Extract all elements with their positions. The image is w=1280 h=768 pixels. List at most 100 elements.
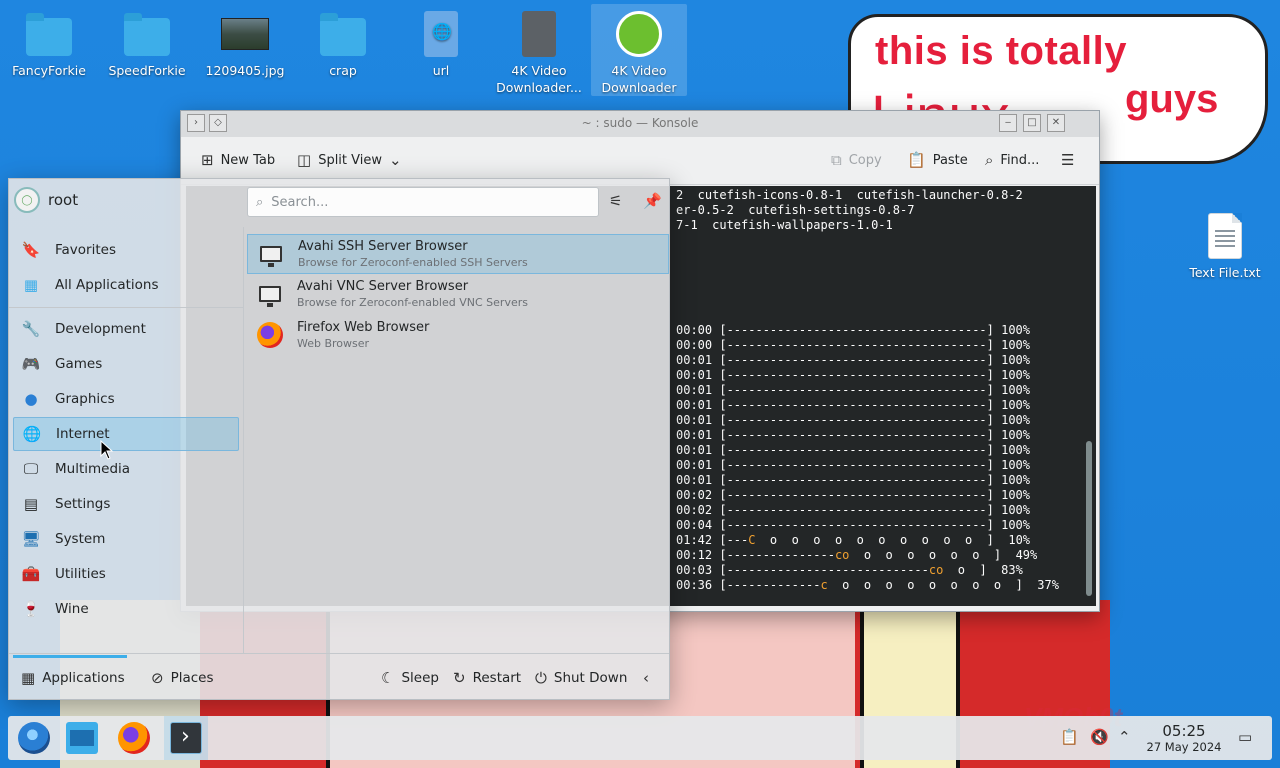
paste-label: Paste [932,152,968,168]
tab-places[interactable]: ⊘ Places [151,669,214,687]
restart-button[interactable]: ↻ Restart [453,669,521,687]
category-favorites[interactable]: 🔖 Favorites [13,233,239,267]
konsole-task-icon[interactable] [170,722,202,754]
grid-icon: ▦ [23,276,39,294]
terminal-line: 00:01 [---------------------------------… [676,398,1031,412]
app-avahi-ssh[interactable]: Avahi SSH Server Browser Browse for Zero… [247,234,669,274]
file-manager-icon[interactable] [66,722,98,754]
split-view-icon: ◫ [297,151,312,169]
desktop-icon-label: 4K Video Downloader [601,63,677,95]
folder-icon [319,10,367,58]
terminal-line: er-0.5-2 cutefish-settings-0.8-7 [676,203,915,217]
pin-icon[interactable]: 📌 [643,192,662,210]
desktop-icon-crap[interactable]: crap [295,10,391,79]
category-all-applications[interactable]: ▦ All Applications [13,268,239,302]
terminal-line: 00:02 [---------------------------------… [676,503,1031,517]
progress-tail: o o o o o o ] 49% [849,548,1038,562]
sleep-label: Sleep [401,670,439,686]
sleep-button[interactable]: ☾ Sleep [381,669,439,687]
new-tab-button[interactable]: ⊞ New Tab [201,151,275,169]
category-development[interactable]: 🔧 Development [13,312,239,346]
close-icon[interactable]: ✕ [1047,114,1065,132]
category-system[interactable]: 🖥 System [13,522,239,556]
split-view-button[interactable]: ◫ Split View ⌄ [297,151,402,169]
restart-icon: ↻ [453,669,466,687]
copy-button[interactable]: ⧉ Copy [831,151,882,169]
folder-icon [123,10,171,58]
minimize-icon[interactable]: ‒ [999,114,1017,132]
clock-time: 05:25 [1162,722,1206,740]
find-label: Find... [1000,152,1040,168]
configure-icon[interactable]: ⚟ [609,192,622,210]
desktop-icon-label: 4K Video Downloader... [496,63,582,95]
app-avahi-vnc[interactable]: Avahi VNC Server Browser Browse for Zero… [247,275,669,315]
clipboard-icon[interactable]: 📋 [1060,728,1079,746]
progress-tail: o o o o o o o o o o ] 10% [755,533,1031,547]
desktop-icon-textfile[interactable]: Text File.txt [1177,212,1273,281]
category-settings[interactable]: ▤ Settings [13,487,239,521]
gamepad-icon: 🎮 [21,355,41,373]
progress-prefix: 01:42 [--- [676,533,749,547]
category-multimedia[interactable]: 🖵 Multimedia [13,452,239,486]
category-internet[interactable]: 🌐 Internet [13,417,239,451]
image-thumbnail-icon [221,10,269,58]
terminal-line: 00:36 [-------------c o o o o o o o o ] … [676,578,1059,593]
power-icon: ⏻ [535,669,547,687]
progress-marker: c [820,578,828,592]
tab-applications[interactable]: ▦ Applications [21,669,125,687]
terminal-line: 00:02 [---------------------------------… [676,488,1031,502]
more-options-button[interactable]: ‹ [643,669,649,687]
category-graphics[interactable]: ● Graphics [13,382,239,416]
paste-button[interactable]: 📋 Paste [907,151,968,169]
terminal-line: 00:04 [---------------------------------… [676,518,1031,532]
sleep-icon: ☾ [381,669,395,687]
search-input[interactable]: ⌕ Search... [247,187,599,217]
find-button[interactable]: ⌕ Find... [985,151,1039,169]
launcher-footer: ▦ Applications ⊘ Places ☾ Sleep ↻ Restar… [9,655,669,701]
shutdown-button[interactable]: ⏻ Shut Down [535,669,627,687]
desktop-icon-url[interactable]: url [393,10,489,79]
development-icon: 🔧 [21,320,41,338]
category-wine[interactable]: 🍷 Wine [13,592,239,626]
firefox-icon[interactable] [118,722,150,754]
application-launcher: ◯ root ⌕ Search... ⚟ 📌 🔖 Favorites ▦ All… [8,178,670,700]
desktop-icon-image[interactable]: 1209405.jpg [197,10,293,79]
volume-muted-icon[interactable]: 🔇 [1090,728,1109,746]
terminal-scrollbar[interactable] [1086,441,1092,596]
category-utilities[interactable]: 🧰 Utilities [13,557,239,591]
category-label: Multimedia [55,461,131,477]
new-tab-label: New Tab [220,152,276,168]
desktop-icon-4k-file[interactable]: 4K Video Downloader... [491,10,587,96]
category-label: Development [55,321,146,337]
category-label: System [55,531,106,547]
window-titlebar[interactable]: › ◇ ~ : sudo — Konsole ‒ □ ✕ [181,111,1099,137]
terminal-line: 2 cutefish-icons-0.8-1 cutefish-launcher… [676,188,1023,202]
category-label: Graphics [55,391,115,407]
monitor-icon [257,281,283,307]
tab-label: Applications [42,670,125,686]
chevron-left-icon: ‹ [643,669,649,687]
desktop-icon-4k-app[interactable]: 4K Video Downloader [591,4,687,96]
shutdown-label: Shut Down [553,670,628,686]
clock[interactable]: 05:25 27 May 2024 [1136,722,1232,755]
maximize-icon[interactable]: □ [1023,114,1041,132]
hamburger-menu-button[interactable]: ☰ [1061,151,1074,169]
bubble-text-line3: guys [1125,77,1219,121]
start-menu-icon[interactable] [18,722,50,754]
category-label: Favorites [55,242,116,258]
progress-tail: o ] 83% [943,563,1023,577]
toolbox-icon: 🧰 [21,565,41,583]
app-name: Avahi VNC Server Browser [297,279,469,294]
user-header[interactable]: ◯ root [14,187,78,213]
monitor-icon [258,241,284,267]
desktop-icon-fancyforkie[interactable]: FancyForkie [1,10,97,79]
graphics-icon: ● [24,390,38,408]
category-games[interactable]: 🎮 Games [13,347,239,381]
show-desktop-icon[interactable]: ▭ [1238,728,1252,746]
desktop-icon-label: SpeedForkie [108,63,186,78]
divider [243,227,244,653]
split-view-label: Split View [318,152,382,168]
app-firefox[interactable]: Firefox Web Browser Web Browser [247,316,669,356]
desktop-icon-speedforkie[interactable]: SpeedForkie [99,10,195,79]
chevron-up-icon[interactable]: ⌃ [1118,728,1131,746]
